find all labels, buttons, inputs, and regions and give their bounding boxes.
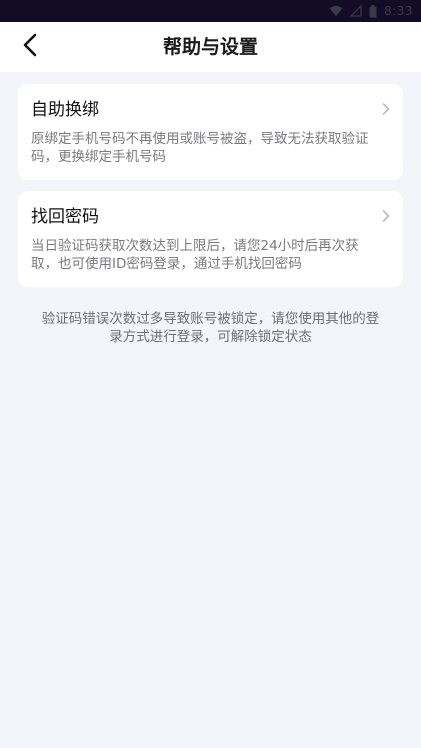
page-title: 帮助与设置 [162, 36, 258, 58]
battery-icon [369, 4, 377, 18]
status-bar: 8:33 [0, 0, 421, 22]
back-button[interactable] [14, 31, 46, 63]
card-description: 当日验证码获取次数达到上限后，请您24小时后再次获取，也可使用ID密码登录，通过… [31, 238, 359, 272]
rebind-phone-card[interactable]: 自助换绑 原绑定手机号码不再使用或账号被盗，导致无法获取验证码，更换绑定手机号码 [18, 84, 403, 180]
card-description: 原绑定手机号码不再使用或账号被盗，导致无法获取验证码，更换绑定手机号码 [31, 131, 369, 165]
chevron-left-icon [22, 33, 38, 61]
recover-password-card[interactable]: 找回密码 当日验证码获取次数达到上限后，请您24小时后再次获取，也可使用ID密码… [18, 191, 403, 287]
chevron-right-icon [381, 101, 391, 117]
nav-bar: 帮助与设置 [0, 22, 421, 72]
chevron-right-icon [381, 208, 391, 224]
status-time: 8:33 [384, 4, 413, 18]
status-icons: 8:33 [329, 3, 413, 19]
card-title: 自助换绑 [31, 100, 99, 120]
lock-notice: 验证码错误次数过多导致账号被锁定，请您使用其他的登录方式进行登录，可解除锁定状态 [41, 311, 380, 345]
signal-icon [350, 5, 362, 17]
wifi-icon [329, 5, 343, 17]
card-title: 找回密码 [31, 207, 99, 227]
